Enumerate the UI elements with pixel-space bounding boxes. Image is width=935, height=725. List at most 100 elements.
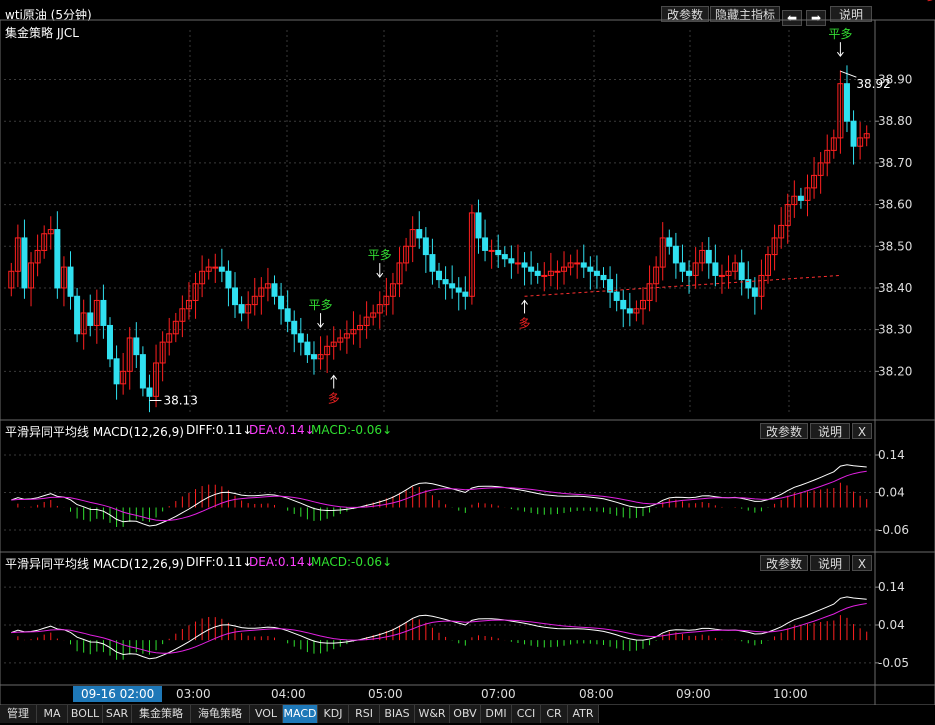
indicator-tab-bias[interactable]: BIAS: [380, 705, 415, 723]
candle-body: [100, 299, 107, 326]
indicator-tab-rsi[interactable]: RSI: [349, 705, 380, 723]
high-label: 38.92: [856, 77, 890, 91]
macd-title: 平滑异同平均线 MACD(12,26,9): [5, 557, 184, 571]
candle-body: [850, 120, 857, 147]
candle-body: [666, 237, 673, 247]
signal-label: 平多: [368, 248, 392, 262]
diff-line: [11, 596, 867, 660]
candle-body: [271, 283, 278, 297]
candle-body: [672, 245, 679, 264]
candle-body: [422, 237, 429, 256]
candle-body: [21, 237, 28, 289]
candle-body: [686, 270, 693, 276]
candlestick-chart[interactable]: 38.2038.3038.4038.5038.6038.7038.8038.90…: [0, 0, 935, 705]
change-params-button[interactable]: 改参数: [760, 555, 808, 571]
signal-label: 平多: [309, 298, 333, 312]
indicator-tab-vol[interactable]: VOL: [250, 705, 283, 723]
candle-body: [843, 83, 850, 122]
x-tick-label: 03:00: [176, 687, 211, 701]
candle-body: [449, 283, 456, 289]
candle-body: [139, 354, 146, 389]
candle-body: [541, 274, 548, 277]
x-tick-label: 09:00: [676, 687, 711, 701]
candle-body: [495, 249, 502, 256]
indicator-tab-obv[interactable]: OBV: [450, 705, 481, 723]
candle-body: [225, 270, 232, 289]
indicator-tab-cr[interactable]: CR: [541, 705, 568, 723]
candle-body: [74, 295, 81, 335]
diff-line: [11, 464, 867, 527]
y-tick-label: -0.05: [878, 656, 909, 670]
candle-body: [232, 287, 239, 306]
y-tick-label: 0.14: [878, 448, 905, 462]
candle-body: [455, 287, 462, 293]
candle-body: [146, 387, 153, 397]
macd-dea-value: DEA:0.14↓: [249, 423, 315, 437]
indicator-tab-ma[interactable]: MA: [37, 705, 68, 723]
candle-body: [797, 195, 804, 201]
cursor-time-label: 09-16 02:00: [73, 686, 163, 702]
candle-body: [593, 270, 600, 276]
indicator-tab-macd[interactable]: MACD: [283, 705, 318, 723]
candle-body: [679, 262, 686, 272]
candle-body: [587, 266, 594, 272]
candle-body: [600, 274, 607, 281]
signal-label: 平多: [828, 27, 852, 41]
help-button[interactable]: 说明: [810, 555, 850, 571]
close-button[interactable]: X: [852, 555, 872, 571]
y-tick-label: 38.40: [878, 281, 912, 295]
x-tick-label: 10:00: [773, 687, 808, 701]
candle-body: [626, 308, 633, 314]
indicator-tab-boll[interactable]: BOLL: [68, 705, 103, 723]
indicator-tab-[interactable]: 集金策略: [132, 705, 191, 723]
dea-line: [11, 603, 867, 654]
macd-dea-value: DEA:0.14↓: [249, 555, 315, 569]
indicator-tab-wr[interactable]: W&R: [415, 705, 450, 723]
candle-body: [508, 258, 515, 264]
candle-body: [521, 262, 528, 268]
x-tick-label: 08:00: [579, 687, 614, 701]
indicator-tab-cci[interactable]: CCI: [512, 705, 541, 723]
y-tick-label: 38.70: [878, 156, 912, 170]
candle-body: [284, 308, 291, 322]
candle-body: [133, 337, 140, 356]
y-tick-label: 38.50: [878, 239, 912, 253]
macd-title: 平滑异同平均线 MACD(12,26,9): [5, 425, 184, 439]
candle-body: [554, 270, 561, 273]
low-label: 38.13: [163, 393, 197, 407]
candle-body: [712, 262, 719, 276]
y-tick-label: 0.04: [878, 618, 905, 632]
y-tick-label: 0.04: [878, 486, 905, 500]
candle-body: [462, 291, 469, 297]
candle-body: [475, 212, 482, 239]
candle-body: [67, 266, 74, 297]
indicator-tab-sar[interactable]: SAR: [103, 705, 132, 723]
candle-body: [580, 262, 587, 268]
dea-line: [11, 470, 867, 522]
candle-body: [528, 266, 535, 272]
candle-body: [297, 333, 304, 343]
candle-body: [278, 295, 285, 310]
x-tick-label: 07:00: [481, 687, 516, 701]
indicator-tab-atr[interactable]: ATR: [568, 705, 599, 723]
indicator-tab-[interactable]: 海龟策略: [191, 705, 250, 723]
indicator-tab-dmi[interactable]: DMI: [481, 705, 512, 723]
candle-body: [310, 354, 317, 360]
help-button[interactable]: 说明: [810, 423, 850, 439]
candle-body: [212, 266, 219, 269]
indicator-tab-[interactable]: 管理: [0, 705, 37, 723]
indicator-tab-kdj[interactable]: KDJ: [318, 705, 349, 723]
close-button[interactable]: X: [852, 423, 872, 439]
macd-diff-value: DIFF:0.11↓: [186, 423, 253, 437]
candle-body: [442, 279, 449, 285]
indicator-tab-bar: 管理 MA BOLL SAR 集金策略 海龟策略 VOL MACD KDJ RSI BIAS W&R O…: [0, 705, 935, 725]
candle-body: [738, 262, 745, 281]
candle-body: [54, 229, 61, 289]
y-tick-label: 0.14: [878, 580, 905, 594]
candle-body: [429, 254, 436, 272]
candle-body: [291, 320, 298, 335]
candle-body: [87, 312, 94, 326]
x-tick-label: 05:00: [368, 687, 403, 701]
candle-body: [613, 291, 620, 301]
change-params-button[interactable]: 改参数: [760, 423, 808, 439]
